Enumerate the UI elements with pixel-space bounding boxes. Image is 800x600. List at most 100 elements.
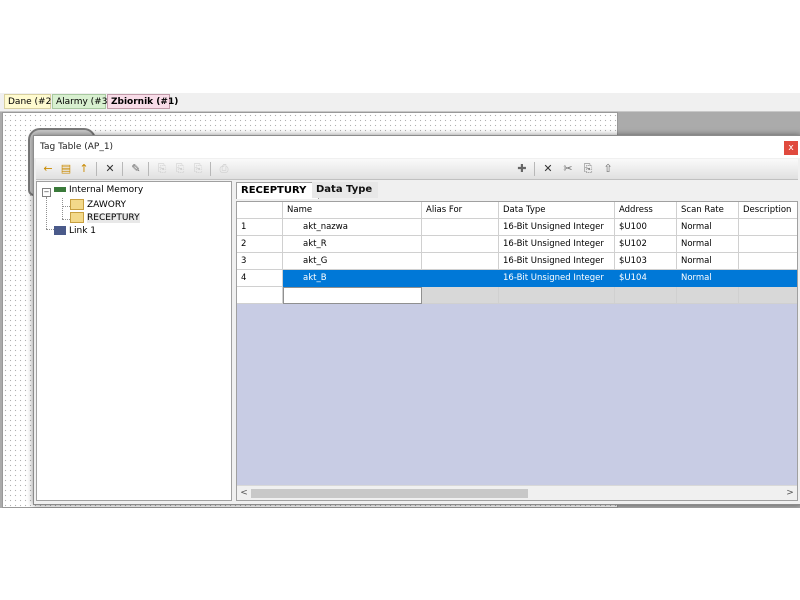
tree-node-label: RECEPTURY <box>87 213 140 223</box>
row-number: 4 <box>237 270 283 287</box>
add-tag-icon[interactable]: ✚ <box>514 161 530 176</box>
memory-chip-icon <box>54 187 66 192</box>
alias-cell <box>422 287 499 304</box>
dialog-title-bar[interactable]: Tag Table (AP_1) x <box>34 136 800 158</box>
tag-tree-pane: − Internal Memory ZAWORY RECEPTURY Link … <box>36 181 232 501</box>
toolbar-separator <box>210 162 211 176</box>
doc-tab-dane[interactable]: Dane (#2) <box>4 94 55 109</box>
column-header-data-type[interactable]: Data Type <box>499 202 615 219</box>
doc-tab-alarmy[interactable]: Alarmy (#3) <box>52 94 111 109</box>
dialog-title: Tag Table (AP_1) <box>40 142 114 152</box>
data-type-cell[interactable]: 16-Bit Unsigned Integer <box>499 270 615 287</box>
close-icon: x <box>788 143 794 153</box>
description-cell <box>739 287 797 304</box>
new-tag-row[interactable] <box>237 287 797 304</box>
tree-line <box>62 206 70 207</box>
tag-table-dialog: Tag Table (AP_1) x ← ▤ ↑ ✕ ✎ ⎘ ⎘ ⎘ ⎙ ✚ ✕… <box>33 135 800 505</box>
tree-node-internal-memory[interactable]: Internal Memory <box>54 185 143 195</box>
description-cell[interactable] <box>739 236 797 253</box>
tree-node-label: Link 1 <box>69 226 97 236</box>
rename-icon[interactable]: ✎ <box>128 161 144 176</box>
row-number: 2 <box>237 236 283 253</box>
paste-folder-icon[interactable]: ⎘ <box>172 161 188 176</box>
doc-tab-zbiornik[interactable]: Zbiornik (#1) <box>107 94 178 109</box>
data-type-cell[interactable]: 16-Bit Unsigned Integer <box>499 219 615 236</box>
tree-node-zawory[interactable]: ZAWORY <box>70 199 126 210</box>
column-header-number[interactable] <box>237 202 283 219</box>
description-cell[interactable] <box>739 219 797 236</box>
toolbar-separator <box>96 162 97 176</box>
toolbar: ← ▤ ↑ ✕ ✎ ⎘ ⎘ ⎘ ⎙ ✚ ✕ ✂ ⎘ ⇧ <box>36 159 798 180</box>
table-row[interactable]: 1 akt_nazwa 16-Bit Unsigned Integer $U10… <box>237 219 797 236</box>
top-blank-area <box>0 0 800 93</box>
tree-line <box>46 197 47 229</box>
table-row[interactable]: 3 akt_G 16-Bit Unsigned Integer $U103 No… <box>237 253 797 270</box>
scroll-right-icon[interactable]: > <box>783 486 797 500</box>
scrollbar-thumb[interactable] <box>251 489 528 498</box>
table-row[interactable]: 2 akt_R 16-Bit Unsigned Integer $U102 No… <box>237 236 797 253</box>
tree-node-receptury[interactable]: RECEPTURY <box>70 212 140 223</box>
tree-node-label: Internal Memory <box>69 185 144 195</box>
description-cell[interactable] <box>739 270 797 287</box>
description-cell[interactable] <box>739 253 797 270</box>
folder-icon <box>70 199 84 210</box>
scan-rate-cell[interactable]: Normal <box>677 270 739 287</box>
tag-name-cell[interactable]: akt_R <box>283 236 422 253</box>
new-tag-name-input[interactable] <box>283 287 422 304</box>
toolbar-separator <box>534 162 535 176</box>
address-cell <box>615 287 677 304</box>
data-type-cell[interactable]: 16-Bit Unsigned Integer <box>499 253 615 270</box>
tab-data-type[interactable]: Data Type <box>312 182 378 198</box>
grid-header-row: Name Alias For Data Type Address Scan Ra… <box>237 202 797 219</box>
alias-cell[interactable] <box>422 236 499 253</box>
import-icon[interactable]: ⎘ <box>190 161 206 176</box>
tab-receptury[interactable]: RECEPTURY <box>236 182 319 199</box>
alias-cell[interactable] <box>422 253 499 270</box>
scan-rate-cell[interactable]: Normal <box>677 219 739 236</box>
column-header-alias[interactable]: Alias For <box>422 202 499 219</box>
address-cell[interactable]: $U104 <box>615 270 677 287</box>
alias-cell[interactable] <box>422 219 499 236</box>
document-tab-bar: Dane (#2) Alarmy (#3) Zbiornik (#1) <box>0 93 800 112</box>
close-button[interactable]: x <box>784 141 798 155</box>
address-cell[interactable]: $U103 <box>615 253 677 270</box>
column-header-name[interactable]: Name <box>283 202 422 219</box>
address-cell[interactable]: $U100 <box>615 219 677 236</box>
table-row-selected[interactable]: 4 akt_B 16-Bit Unsigned Integer $U104 No… <box>237 270 797 287</box>
folder-back-icon[interactable]: ← <box>40 161 56 176</box>
data-type-cell <box>499 287 615 304</box>
address-cell[interactable]: $U102 <box>615 236 677 253</box>
export-icon[interactable]: ⇧ <box>600 161 616 176</box>
folder-icon <box>70 212 84 223</box>
data-type-cell[interactable]: 16-Bit Unsigned Integer <box>499 236 615 253</box>
tree-node-link-1[interactable]: Link 1 <box>54 226 96 236</box>
toolbar-separator <box>148 162 149 176</box>
tag-list-pane: RECEPTURY Data Type Name Alias For Data … <box>234 181 798 501</box>
row-number: 1 <box>237 219 283 236</box>
folder-up-icon[interactable]: ↑ <box>76 161 92 176</box>
delete-tag-icon[interactable]: ✕ <box>540 161 556 176</box>
tree-line <box>62 219 70 220</box>
collapse-toggle[interactable]: − <box>42 188 51 197</box>
column-header-scan-rate[interactable]: Scan Rate <box>677 202 739 219</box>
column-header-address[interactable]: Address <box>615 202 677 219</box>
copy-folder-icon[interactable]: ⎘ <box>154 161 170 176</box>
cut-icon[interactable]: ✂ <box>560 161 576 176</box>
alias-cell[interactable] <box>422 270 499 287</box>
scroll-left-icon[interactable]: < <box>237 486 251 500</box>
delete-folder-icon[interactable]: ✕ <box>102 161 118 176</box>
device-link-icon <box>54 226 66 235</box>
toolbar-separator <box>122 162 123 176</box>
scan-rate-cell[interactable]: Normal <box>677 253 739 270</box>
tag-name-cell[interactable]: akt_nazwa <box>283 219 422 236</box>
tree-line <box>62 198 63 219</box>
column-header-description[interactable]: Description <box>739 202 797 219</box>
print-icon[interactable]: ⎙ <box>216 161 232 176</box>
paste-icon[interactable]: ⎘ <box>580 161 596 176</box>
horizontal-scrollbar[interactable]: < > <box>237 485 797 500</box>
tag-name-cell[interactable]: akt_B <box>283 270 422 287</box>
scan-rate-cell[interactable]: Normal <box>677 236 739 253</box>
new-folder-icon[interactable]: ▤ <box>58 161 74 176</box>
tag-name-cell[interactable]: akt_G <box>283 253 422 270</box>
row-number: 3 <box>237 253 283 270</box>
